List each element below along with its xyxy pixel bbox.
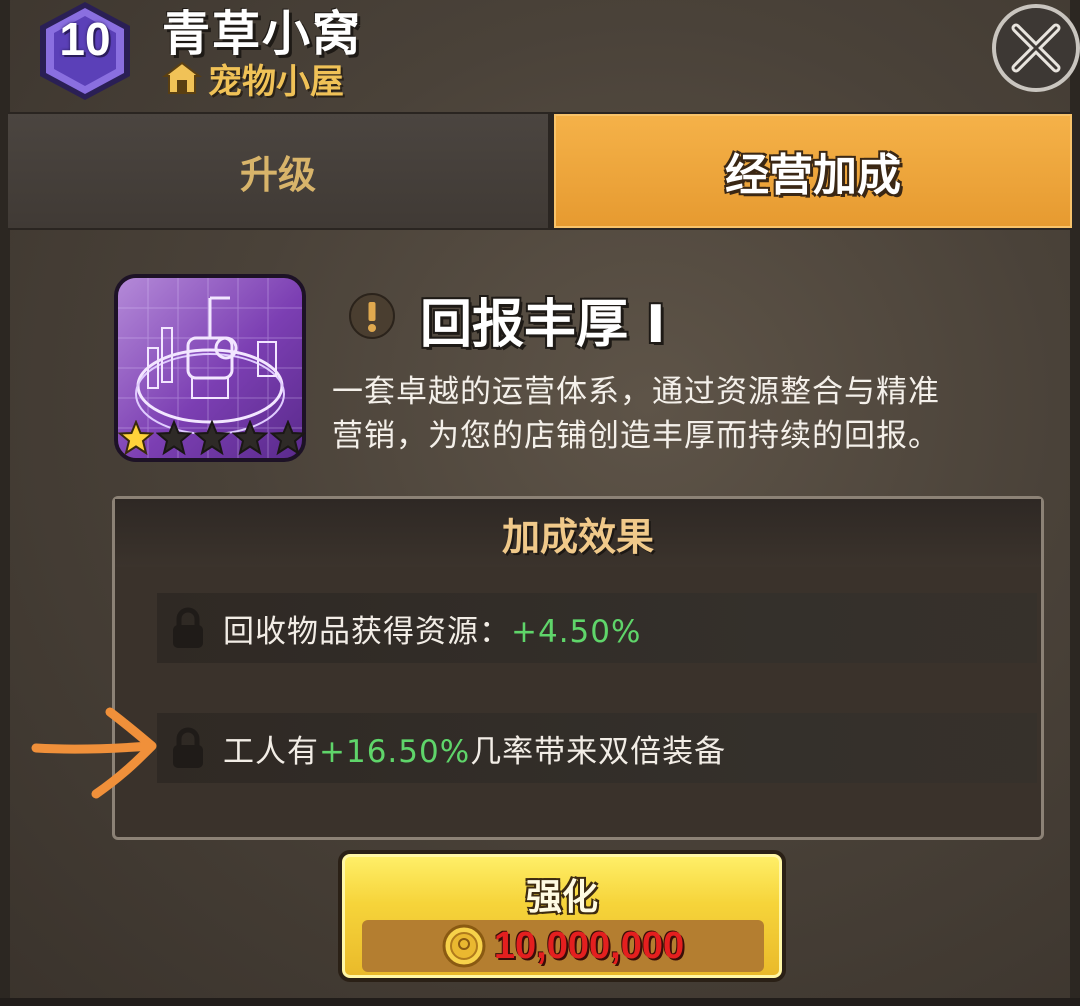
cost-bar: 10,000,000: [362, 920, 764, 972]
coin-icon: [442, 924, 486, 968]
lock-icon: [173, 607, 203, 648]
bottom-strip: [0, 998, 1080, 1006]
tab-business-bonus[interactable]: 经营加成: [554, 114, 1072, 228]
tab-bar: 升级 经营加成: [8, 112, 1072, 230]
star-icon-empty: [156, 420, 192, 456]
warning-icon: [349, 293, 395, 339]
tab-business-bonus-label: 经营加成: [725, 150, 901, 201]
building-subtitle: 宠物小屋: [208, 61, 344, 102]
annotation-arrow-icon: [31, 707, 157, 799]
skill-description-line: 一套卓越的运营体系，通过资源整合与精准: [332, 374, 940, 410]
star-icon-filled: [118, 420, 154, 456]
effect-prefix: 工人有: [223, 733, 319, 770]
effect-text: 工人有+16.50%几率带来双倍装备: [223, 726, 726, 771]
cost-value: 10,000,000: [493, 924, 685, 967]
tab-upgrade[interactable]: 升级: [8, 114, 551, 228]
star-icon-empty: [194, 420, 230, 456]
enhance-button-label: 强化: [525, 877, 598, 918]
bonus-effects-panel: 加成效果 回收物品获得资源：+4.50% 工人有+16.50%几率带来双倍装备: [112, 496, 1044, 840]
skill-description-line: 营销，为您的店铺创造丰厚而持续的回报。: [332, 418, 940, 454]
effects-title: 加成效果: [501, 514, 654, 559]
star-icon-empty: [270, 420, 306, 456]
lock-icon: [173, 727, 203, 768]
house-icon: [162, 61, 202, 94]
enhance-button[interactable]: 强化 10,000,000: [338, 850, 786, 982]
effects-header: 加成效果: [115, 499, 1041, 567]
tab-upgrade-label: 升级: [239, 152, 316, 197]
close-button[interactable]: [992, 4, 1080, 92]
star-rating: [118, 420, 306, 456]
level-badge: 10: [36, 0, 134, 102]
effect-value: +16.50%: [319, 733, 471, 770]
effect-value: +4.50%: [511, 613, 642, 650]
effect-row: 工人有+16.50%几率带来双倍装备: [157, 713, 1037, 783]
effect-row: 回收物品获得资源：+4.50%: [157, 593, 1037, 663]
star-icon-empty: [232, 420, 268, 456]
effect-prefix: 回收物品获得资源：: [223, 613, 511, 650]
skill-description: 一套卓越的运营体系，通过资源整合与精准 营销，为您的店铺创造丰厚而持续的回报。: [332, 370, 1052, 458]
level-number: 10: [59, 13, 111, 65]
effect-suffix: 几率带来双倍装备: [470, 733, 727, 770]
effect-text: 回收物品获得资源：+4.50%: [223, 606, 641, 651]
close-icon: [1011, 23, 1061, 73]
skill-name: 回报丰厚 Ⅰ: [420, 295, 666, 355]
building-type: 宠物小屋: [162, 56, 344, 102]
